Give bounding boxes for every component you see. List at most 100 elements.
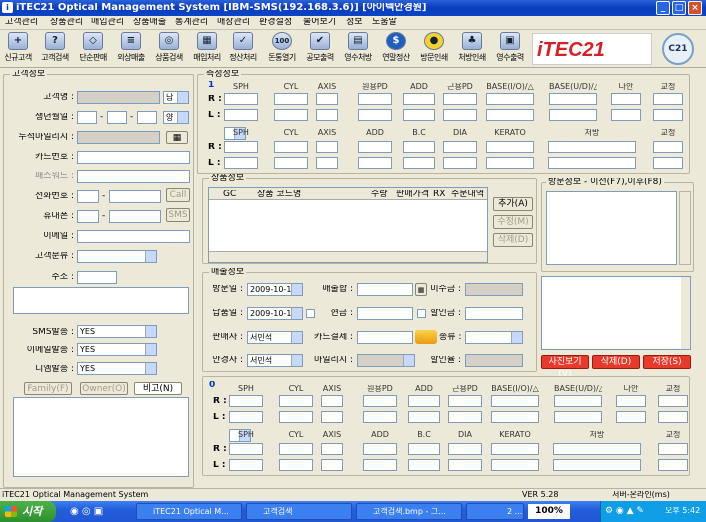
toolbar-cash-drawer-button[interactable]: 100 돈통열기 <box>265 32 299 66</box>
prescription-cell[interactable] <box>224 93 258 105</box>
prescription-cell[interactable] <box>491 459 539 471</box>
toolbar-settlement-button[interactable]: ✓ 정산처리 <box>226 32 260 66</box>
email-send-select[interactable]: YES <box>77 343 157 356</box>
optician-select[interactable]: 서민석 <box>247 354 303 367</box>
toolbar-receipt-print-button[interactable]: ▣ 영수출력 <box>493 32 527 66</box>
zoom-display[interactable]: 100% <box>528 504 570 519</box>
prescription-cell[interactable] <box>229 395 263 407</box>
prescription-cell[interactable] <box>611 93 641 105</box>
prescription-cell[interactable] <box>491 443 539 455</box>
toolbar-year-end-button[interactable]: $ 연말정산 <box>379 32 413 66</box>
prescription-cell[interactable] <box>486 157 534 169</box>
prescription-cell[interactable] <box>448 411 482 423</box>
memo-scrollbar[interactable] <box>681 277 690 349</box>
prescription-cell[interactable] <box>224 141 258 153</box>
tab-notes[interactable]: 비고(N) <box>134 382 182 395</box>
prescription-cell[interactable] <box>274 157 308 169</box>
prescription-cell[interactable] <box>274 109 308 121</box>
toolbar-product-search-button[interactable]: ◎ 상품검색 <box>152 32 186 66</box>
prescription-cell[interactable] <box>653 109 683 121</box>
toolbar-receipt-button[interactable]: ▤ 영수처방 <box>341 32 375 66</box>
prescription-cell[interactable] <box>363 459 397 471</box>
menu-settings[interactable]: 환경설정 <box>259 18 292 27</box>
prescription-cell[interactable] <box>443 157 477 169</box>
delete-product-button[interactable]: 삭제(D) <box>493 233 533 247</box>
prescription-cell[interactable] <box>553 459 641 471</box>
visit-list[interactable] <box>546 191 677 265</box>
prescription-cell[interactable] <box>554 395 602 407</box>
birth-year-field[interactable] <box>77 111 97 124</box>
toolbar-simple-sale-button[interactable]: ◇ 단순판매 <box>76 32 110 66</box>
view-photo-button[interactable]: 사진보기(V) <box>541 355 589 379</box>
maximize-button[interactable]: □ <box>672 1 686 15</box>
prescription-cell[interactable] <box>358 109 392 121</box>
product-table-scrollbar[interactable] <box>209 251 487 262</box>
card-number-field[interactable] <box>77 151 190 164</box>
menu-sales[interactable]: 상품매출 <box>133 18 166 27</box>
prescription-cell[interactable] <box>279 459 313 471</box>
prescription-cell[interactable] <box>279 395 313 407</box>
prescription-cell[interactable] <box>486 93 534 105</box>
prescription-cell[interactable] <box>229 459 263 471</box>
mileage-button[interactable]: ▦ <box>166 131 188 144</box>
phone-area-field[interactable] <box>77 190 99 203</box>
prescription-cell[interactable] <box>408 395 440 407</box>
prescription-cell[interactable] <box>653 157 683 169</box>
prescription-cell[interactable] <box>549 93 597 105</box>
prescription-cell[interactable] <box>443 93 477 105</box>
menu-product[interactable]: 상품관리 <box>50 18 83 27</box>
edit-product-button[interactable]: 수정(M) <box>493 215 533 229</box>
task-itec21[interactable]: iTEC21 Optical M... <box>136 503 242 520</box>
toolbar-prescription-print-button[interactable]: ♣ 처방인쇄 <box>455 32 489 66</box>
seller-select[interactable]: 서민석 <box>247 331 303 344</box>
task-customer-search[interactable]: 고객검색 <box>246 503 352 520</box>
delivery-date-picker[interactable]: 2009-10-10 <box>247 307 303 320</box>
prescription-cell[interactable] <box>448 443 482 455</box>
card-pay-field[interactable] <box>357 331 413 344</box>
prescription-cell[interactable] <box>229 443 263 455</box>
task-image-editor[interactable]: 고객검색.bmp - 그... <box>356 503 462 520</box>
birth-month-field[interactable] <box>107 111 127 124</box>
task-group[interactable]: 2 ... <box>466 503 524 520</box>
prescription-cell[interactable] <box>274 93 308 105</box>
quicklaunch-icons[interactable]: ◉ ◎ ▣ <box>70 506 103 517</box>
prescription-cell[interactable] <box>443 109 477 121</box>
menu-ask[interactable]: 물어보기 <box>303 18 336 27</box>
prescription-cell[interactable] <box>448 395 482 407</box>
prescription-cell[interactable] <box>408 411 440 423</box>
notes-area[interactable] <box>13 397 189 477</box>
prescription-cell[interactable] <box>316 109 338 121</box>
sms-send-select[interactable]: YES <box>77 325 157 338</box>
birth-day-field[interactable] <box>137 111 157 124</box>
start-button[interactable]: 시작 <box>0 501 56 522</box>
prescription-cell[interactable] <box>279 443 313 455</box>
toolbar-credit-sale-button[interactable]: ≡ 외상매출 <box>114 32 148 66</box>
prescription-cell[interactable] <box>486 141 534 153</box>
prescription-cell[interactable] <box>611 109 641 121</box>
email-field[interactable] <box>77 230 190 243</box>
prescription-cell[interactable] <box>548 141 636 153</box>
mileage-use-select[interactable] <box>357 354 415 367</box>
prescription-cell[interactable] <box>321 443 343 455</box>
delete-button[interactable]: 삭제(D) <box>592 355 640 369</box>
discount-field[interactable] <box>465 307 523 320</box>
prescription-cell[interactable] <box>403 141 435 153</box>
prescription-cell[interactable] <box>321 395 343 407</box>
prescription-cell[interactable] <box>403 157 435 169</box>
menu-help[interactable]: 도움말 <box>372 18 397 27</box>
prescription-cell[interactable] <box>358 157 392 169</box>
tray-icons[interactable]: ⚙ ◉ ▲ ✎ <box>605 506 644 516</box>
prescription-cell[interactable] <box>658 411 688 423</box>
add-product-button[interactable]: 추가(A) <box>493 197 533 211</box>
prescription-cell[interactable] <box>358 141 392 153</box>
mobile-prefix-field[interactable] <box>77 210 99 223</box>
prescription-cell[interactable] <box>658 395 688 407</box>
prescription-cell[interactable] <box>321 411 343 423</box>
memo-area[interactable] <box>541 276 691 350</box>
toolbar-print-button[interactable]: ✔ 공모출력 <box>303 32 337 66</box>
prescription-cell[interactable] <box>363 395 397 407</box>
prescription-cell[interactable] <box>279 411 313 423</box>
prescription-cell[interactable] <box>554 411 602 423</box>
prescription-cell[interactable] <box>358 93 392 105</box>
menu-purchase[interactable]: 매입관리 <box>91 18 124 27</box>
